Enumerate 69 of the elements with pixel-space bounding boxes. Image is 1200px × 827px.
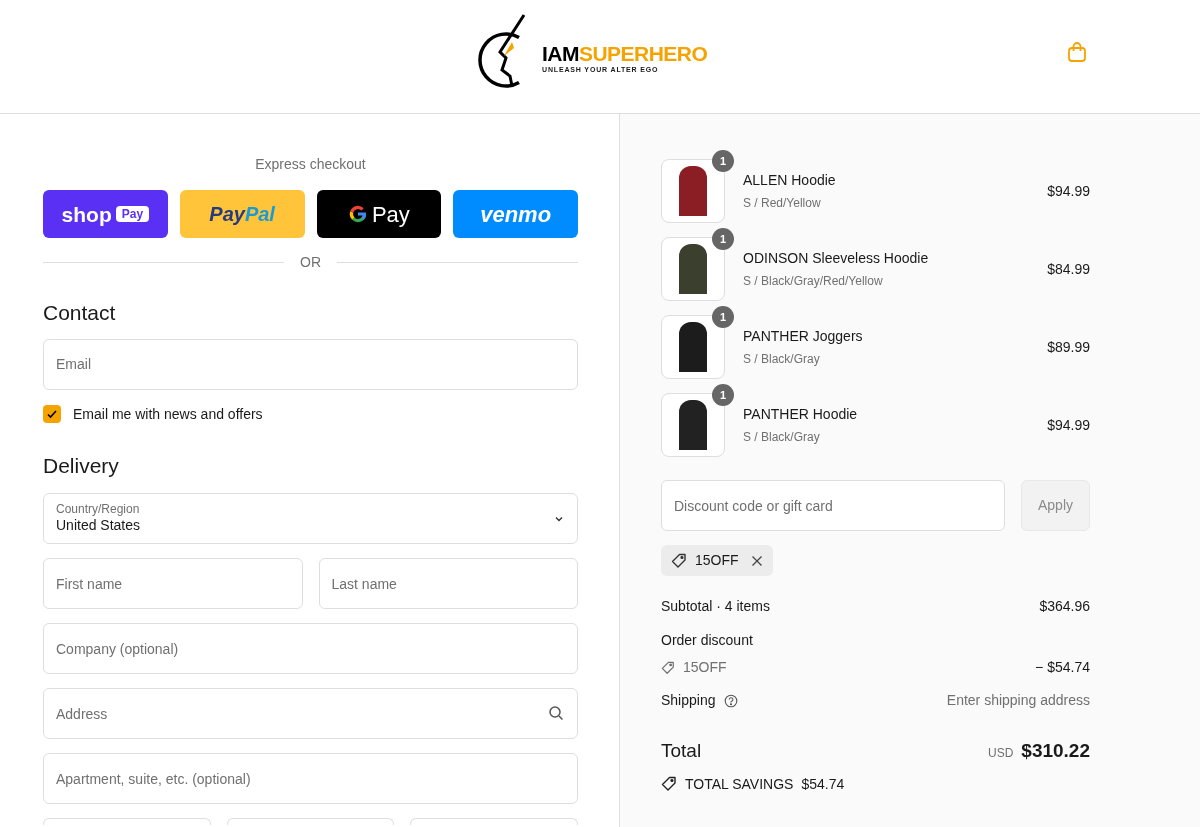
total-label: Total — [661, 739, 702, 763]
product-variant: S / Red/Yellow — [743, 195, 821, 212]
discount-amount: − $54.74 — [1035, 658, 1090, 677]
country-select[interactable]: Country/Region United States — [43, 493, 578, 544]
quantity-badge: 1 — [712, 384, 734, 406]
input-field[interactable] — [226, 818, 395, 825]
address-field[interactable]: Address — [43, 688, 578, 739]
tag-icon — [671, 552, 687, 569]
country-label: Country/Region — [56, 502, 140, 518]
product-photo-placeholder — [661, 237, 725, 301]
discount-code-field[interactable]: Discount code or gift card — [661, 480, 1005, 531]
shopping-bag-icon[interactable] — [1066, 41, 1088, 63]
product-variant: S / Black/Gray — [743, 351, 820, 368]
quantity-badge: 1 — [712, 150, 734, 172]
subtotal-label: Subtotal · 4 items — [661, 597, 770, 616]
checkbox[interactable] — [43, 405, 61, 423]
shipping-value: Enter shipping address — [946, 691, 1090, 710]
applied-discount-chip: 15OFF — [661, 545, 773, 576]
email-field[interactable]: Email — [43, 338, 578, 390]
tag-icon — [661, 660, 675, 675]
contact-heading: Contact — [43, 300, 116, 326]
input-field[interactable]: Last name — [318, 558, 578, 609]
product-variant: S / Black/Gray/Red/Yellow — [743, 273, 883, 290]
input-field[interactable] — [43, 818, 211, 825]
input-field[interactable]: Company (optional) — [43, 623, 578, 674]
input-field[interactable]: Apartment, suite, etc. (optional) — [43, 753, 578, 804]
product-name: ODINSON Sleeveless Hoodie — [743, 249, 929, 268]
google-g-icon — [347, 204, 368, 224]
product-name: PANTHER Hoodie — [743, 405, 858, 424]
pay-badge: Pay — [115, 206, 150, 222]
country-value: United States — [56, 517, 141, 535]
shipping-label: Shipping — [661, 691, 716, 710]
express-checkout-title: Express checkout — [254, 155, 367, 174]
input-field[interactable] — [410, 818, 578, 825]
venmo-logo-text: venmo — [480, 200, 552, 229]
shop-pay-logo-text: shop — [61, 203, 112, 225]
total-savings-label: TOTAL SAVINGS — [685, 774, 794, 794]
tag-icon — [661, 776, 677, 792]
input-field[interactable]: First name — [43, 558, 303, 609]
google-pay-text: Pay — [371, 200, 410, 229]
product-photo-placeholder — [661, 159, 725, 223]
currency-code: USD — [987, 745, 1014, 762]
product-photo-placeholder — [661, 393, 725, 457]
total-value: $310.22 — [1021, 739, 1090, 763]
checkmark-icon — [46, 408, 58, 420]
product-price: $94.99 — [1047, 415, 1090, 435]
or-divider-text: OR — [300, 253, 321, 272]
close-icon[interactable] — [750, 554, 763, 567]
news-checkbox[interactable]: Email me with news and offers — [43, 403, 263, 425]
total-savings-value: $54.74 — [801, 774, 845, 794]
paypal-button[interactable]: PayPal — [179, 190, 305, 238]
discount-code-text: 15OFF — [683, 658, 727, 677]
product-photo-placeholder — [661, 315, 725, 379]
product-price: $94.99 — [1047, 181, 1090, 201]
product-name: PANTHER Joggers — [743, 327, 863, 346]
delivery-heading: Delivery — [43, 452, 119, 479]
product-price: $89.99 — [1047, 337, 1090, 357]
brand-name: IAMSUPERHERO — [542, 43, 708, 64]
subtotal-value: $364.96 — [1039, 597, 1090, 616]
paypal-logo-text: PayPal — [209, 202, 275, 227]
product-price: $84.99 — [1047, 259, 1090, 279]
shop-pay-button[interactable]: shop Pay — [43, 190, 168, 238]
quantity-badge: 1 — [712, 306, 734, 328]
product-variant: S / Black/Gray — [743, 429, 820, 446]
help-icon[interactable] — [723, 693, 738, 708]
google-pay-button[interactable]: Pay — [316, 190, 442, 238]
quantity-badge: 1 — [712, 228, 734, 250]
product-name: ALLEN Hoodie — [743, 171, 836, 190]
order-discount-label: Order discount — [661, 631, 753, 650]
